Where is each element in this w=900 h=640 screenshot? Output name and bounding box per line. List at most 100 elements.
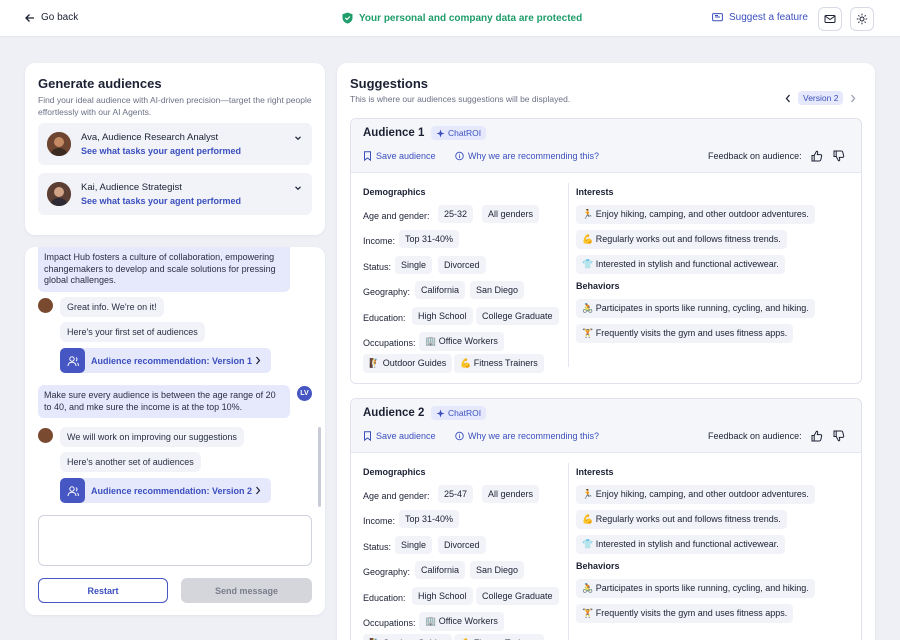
mail-button[interactable]	[818, 7, 842, 31]
occupation-chip: 🏢 Office Workers	[419, 332, 504, 351]
status-chip: Divorced	[438, 256, 486, 274]
education-chip: High School	[412, 307, 473, 325]
behaviors-heading: Behaviors	[576, 561, 620, 571]
why-recommending-link[interactable]: Why we are recommending this?	[455, 151, 599, 161]
suggestions-panel: Suggestions This is where our audiences …	[337, 63, 875, 640]
message-input[interactable]	[38, 515, 312, 566]
interests-heading: Interests	[576, 187, 614, 197]
geography-chip: California	[415, 281, 466, 299]
thumbs-up-icon[interactable]	[811, 430, 823, 442]
agent-name: Kai, Audience Strategist	[81, 182, 182, 193]
behavior-chip: 🚴 Participates in sports like running, c…	[576, 579, 815, 598]
age-chip: 25-32	[438, 205, 474, 223]
feedback-icon	[712, 12, 723, 21]
education-chip: High School	[412, 587, 473, 605]
behavior-chip: 🏋 Frequently visits the gym and uses fit…	[576, 604, 794, 623]
income-chip: Top 31-40%	[399, 230, 460, 248]
status-chip: Single	[395, 256, 433, 274]
column-divider	[568, 183, 569, 367]
user-avatar: LV	[297, 386, 312, 401]
demographics-heading: Demographics	[363, 467, 426, 477]
interest-chip: 👕 Interested in stylish and functional a…	[576, 535, 785, 554]
geography-chip: San Diego	[470, 561, 525, 579]
demographic-row-label: Income:	[363, 516, 396, 526]
mail-icon	[824, 15, 836, 23]
save-audience-button[interactable]: Save audience	[363, 431, 436, 441]
user-message: Impact Hub fosters a culture of collabor…	[38, 247, 290, 292]
go-back-link[interactable]: Go back	[25, 12, 78, 23]
agent-avatar	[38, 428, 53, 443]
badge-label: ChatROI	[448, 408, 482, 418]
gear-icon	[856, 13, 868, 25]
audience-icon	[60, 478, 85, 503]
version-switcher: Version 2	[784, 91, 857, 105]
demographic-row-label: Geography:	[363, 287, 411, 297]
audience-recommendation-v1-button[interactable]: Audience recommendation: Version 1	[60, 348, 271, 373]
chevron-left-icon[interactable]	[784, 94, 792, 103]
info-icon	[455, 431, 464, 441]
gender-chip: All genders	[482, 205, 540, 223]
suggest-feature-link[interactable]: Suggest a feature	[712, 12, 808, 23]
sparkle-icon	[436, 409, 445, 417]
demographic-row-label: Status:	[363, 262, 392, 272]
education-chip: College Graduate	[476, 587, 559, 605]
column-divider	[568, 463, 569, 640]
occupation-chip: 🏢 Office Workers	[419, 612, 504, 631]
why-label: Why we are recommending this?	[468, 431, 600, 441]
info-icon	[455, 151, 464, 161]
status-chip: Divorced	[438, 536, 486, 554]
interest-chip: 🏃 Enjoy hiking, camping, and other outdo…	[576, 485, 815, 504]
recommendation-label: Audience recommendation: Version 1	[91, 356, 253, 366]
agent-message: Here's your first set of audiences	[60, 322, 205, 342]
interest-chip: 👕 Interested in stylish and functional a…	[576, 255, 785, 274]
occupation-chip: 💪 Fitness Trainers	[454, 354, 544, 373]
agent-tasks-link[interactable]: See what tasks your agent performed	[81, 196, 241, 206]
demographic-row-label: Status:	[363, 542, 392, 552]
agent-card-kai[interactable]: Kai, Audience Strategist See what tasks …	[38, 173, 312, 215]
income-chip: Top 31-40%	[399, 510, 460, 528]
thumbs-up-icon[interactable]	[811, 150, 823, 162]
agent-tasks-link[interactable]: See what tasks your agent performed	[81, 146, 241, 156]
occupation-chip: 🧗 Outdoor Guides	[363, 634, 453, 640]
occupation-chip: 💪 Fitness Trainers	[454, 634, 544, 640]
geography-chip: California	[415, 561, 466, 579]
chat-scrollbar[interactable]	[318, 427, 321, 507]
agent-card-ava[interactable]: Ava, Audience Research Analyst See what …	[38, 123, 312, 165]
save-label: Save audience	[376, 151, 436, 161]
generate-title: Generate audiences	[38, 76, 162, 91]
behavior-chip: 🚴 Participates in sports like running, c…	[576, 299, 815, 318]
geography-chip: San Diego	[470, 281, 525, 299]
chevron-down-icon[interactable]	[293, 183, 303, 193]
data-protected-notice: Your personal and company data are prote…	[342, 12, 582, 24]
restart-button[interactable]: Restart	[38, 578, 168, 603]
education-chip: College Graduate	[476, 307, 559, 325]
thumbs-down-icon[interactable]	[833, 150, 845, 162]
bookmark-icon	[364, 431, 371, 441]
why-recommending-link[interactable]: Why we are recommending this?	[455, 431, 599, 441]
audience-title: Audience 2	[363, 407, 425, 419]
audience-recommendation-v2-button[interactable]: Audience recommendation: Version 2	[60, 478, 271, 503]
demographic-row-label: Age and gender:	[363, 211, 430, 221]
audience-title: Audience 1	[363, 127, 425, 139]
send-message-button[interactable]: Send message	[181, 578, 312, 603]
agent-message: Great info. We're on it!	[60, 297, 164, 317]
chevron-down-icon[interactable]	[293, 133, 303, 143]
audience-card: Audience 1 ChatROI Save audience Why we are…	[350, 118, 862, 384]
avatar-kai	[47, 182, 71, 206]
demographic-row-label: Occupations:	[363, 618, 416, 628]
save-audience-button[interactable]: Save audience	[363, 151, 436, 161]
version-label: Version 2	[798, 91, 844, 105]
thumbs-down-icon[interactable]	[833, 430, 845, 442]
suggestions-subtitle: This is where our audiences suggestions …	[350, 94, 571, 104]
chevron-right-icon	[256, 486, 261, 495]
settings-button[interactable]	[850, 7, 874, 31]
chat-panel: Impact Hub fosters a culture of collabor…	[25, 247, 325, 615]
behavior-chip: 🏋 Frequently visits the gym and uses fit…	[576, 324, 794, 343]
demographic-row-label: Education:	[363, 313, 406, 323]
audience-icon	[60, 348, 85, 373]
chevron-right-icon[interactable]	[849, 94, 857, 103]
chatroi-badge: ChatROI	[431, 406, 487, 420]
age-chip: 25-47	[438, 485, 474, 503]
user-message: Make sure every audience is between the …	[38, 385, 290, 418]
bookmark-icon	[364, 151, 371, 161]
